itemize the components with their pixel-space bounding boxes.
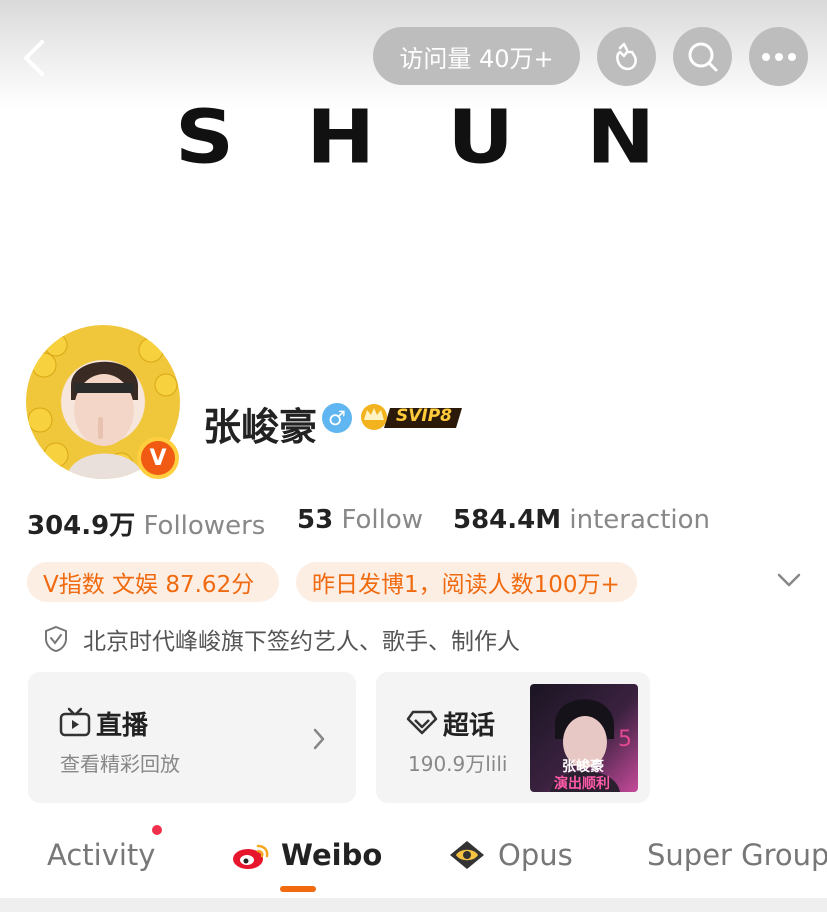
svip-badge[interactable]: SVIP8 <box>360 402 466 432</box>
chevron-right-icon <box>313 728 325 750</box>
followers-label: Followers <box>143 511 266 541</box>
super-topic-title: 超话 <box>443 711 496 741</box>
verification-text: 北京时代峰峻旗下签约艺人、歌手、制作人 <box>83 629 520 655</box>
search-icon <box>688 42 717 71</box>
visits-label: 访问量 40万+ <box>399 44 554 73</box>
weibo-logo-icon <box>233 844 269 869</box>
verification-info: 北京时代峰峻旗下签约艺人、歌手、制作人 <box>43 622 520 656</box>
shield-check-icon <box>45 625 67 653</box>
live-card[interactable]: 直播 查看精彩回放 <box>28 672 356 803</box>
interaction-stat[interactable]: 584.4M interaction <box>453 505 710 535</box>
follow-label: Follow <box>341 505 424 535</box>
svg-text:5: 5 <box>618 727 632 752</box>
yesterday-posts-chip[interactable]: 昨日发博1，阅读人数100万+ <box>296 562 637 602</box>
svip-label: SVIP8 <box>396 406 453 426</box>
back-arrow-icon[interactable] <box>18 38 48 78</box>
interaction-label: interaction <box>569 505 711 535</box>
more-button[interactable] <box>749 27 808 86</box>
profile-banner: S H U N <box>175 95 655 181</box>
profile-name: 张峻豪 <box>203 405 318 449</box>
tv-icon <box>59 707 91 737</box>
opus-eye-icon <box>450 841 484 869</box>
notification-dot <box>152 825 162 835</box>
tab-activity[interactable]: Activity <box>47 838 155 872</box>
v-index-chip[interactable]: V指数 文娱 87.62分 <box>27 562 279 602</box>
followers-count: 304.9万 <box>27 511 136 541</box>
v-index-label: V指数 文娱 87.62分 <box>43 572 255 598</box>
yesterday-posts-label: 昨日发博1，阅读人数100万+ <box>312 572 620 598</box>
visits-button[interactable]: 访问量 40万+ <box>373 27 580 85</box>
tab-weibo-label: Weibo <box>281 838 383 872</box>
gender-symbol: ♂ <box>328 406 346 430</box>
tab-super-group-label: Super Group <box>647 838 827 872</box>
expand-chevron-icon[interactable] <box>776 570 802 590</box>
active-tab-indicator <box>280 886 316 892</box>
interaction-count: 584.4M <box>453 505 562 535</box>
banner-letter: S <box>175 94 235 181</box>
thumbnail-text-2: 演出顺利 <box>554 776 610 792</box>
super-topic-subtitle: 190.9万lili <box>408 752 508 776</box>
super-topic-card[interactable]: 超话 190.9万lili 5 张峻豪 演出顺利 <box>376 672 650 803</box>
super-topic-thumbnail: 5 张峻豪 演出顺利 <box>530 684 638 792</box>
live-subtitle: 查看精彩回放 <box>60 752 180 776</box>
finger-heart-icon <box>615 42 637 70</box>
diamond-icon <box>406 710 438 735</box>
tab-activity-label: Activity <box>47 838 156 872</box>
content-divider <box>0 898 827 912</box>
follow-count: 53 <box>297 505 334 535</box>
tab-opus[interactable]: Opus <box>448 838 573 872</box>
verified-v-badge: V <box>137 437 179 479</box>
tab-weibo[interactable]: Weibo <box>231 838 382 872</box>
banner-letter: U <box>447 94 514 181</box>
live-title: 直播 <box>96 711 149 741</box>
like-gesture-button[interactable] <box>597 27 656 86</box>
tab-opus-label: Opus <box>498 838 573 872</box>
banner-letter: H <box>306 94 376 181</box>
followers-stat[interactable]: 304.9万 Followers <box>27 505 265 542</box>
male-gender-icon: ♂ <box>322 403 352 433</box>
more-dots-icon <box>761 52 796 61</box>
tab-super-group[interactable]: Super Group <box>647 838 827 872</box>
follow-stat[interactable]: 53 Follow <box>297 505 423 535</box>
banner-letter: N <box>586 94 655 181</box>
search-button[interactable] <box>673 27 732 86</box>
verified-v-label: V <box>149 445 167 471</box>
